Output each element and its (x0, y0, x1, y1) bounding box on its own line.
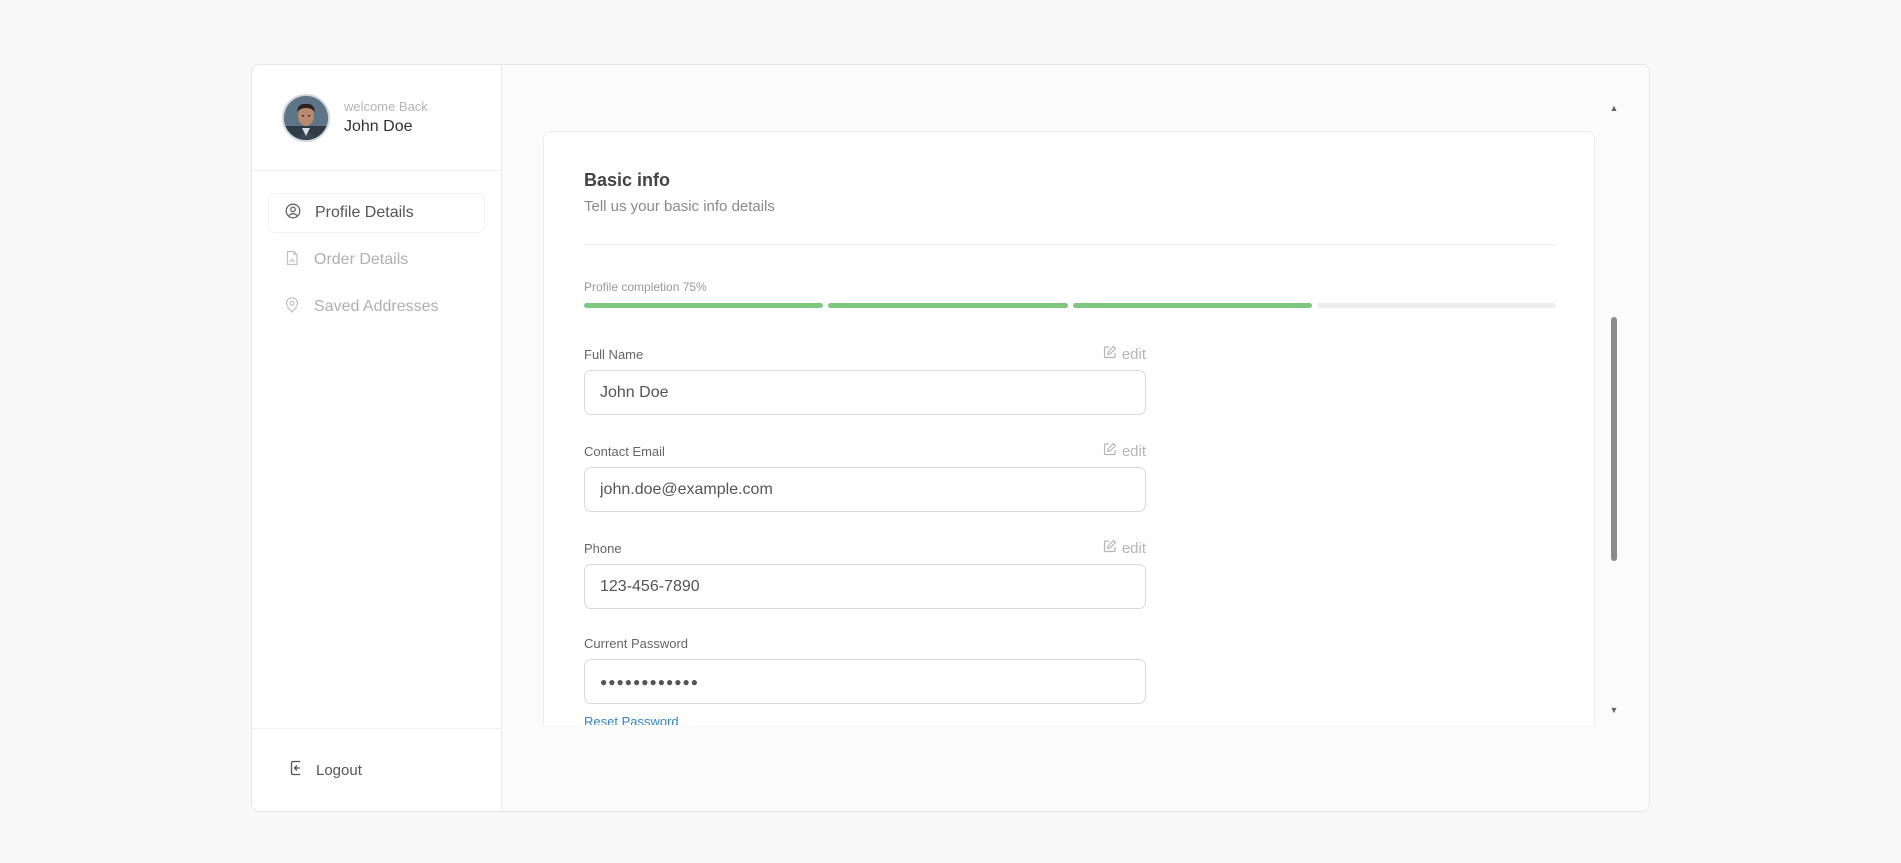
card-subtitle: Tell us your basic info details (584, 198, 775, 215)
progress-segment (584, 303, 824, 308)
sidebar-item-label: Saved Addresses (314, 298, 439, 315)
scroll-up-arrow-icon[interactable]: ▲ (1609, 103, 1619, 113)
logout-button[interactable]: Logout (252, 728, 501, 811)
progress-segment (1316, 303, 1556, 308)
reset-password-link[interactable]: Reset Password (584, 714, 679, 725)
full-name-field: Full Name edit (584, 345, 1146, 415)
sidebar: welcome Back John Doe Profile Details Or… (252, 65, 502, 811)
progress-segment (828, 303, 1068, 308)
scroll-down-arrow-icon[interactable]: ▼ (1609, 705, 1619, 715)
edit-label: edit (1121, 539, 1146, 557)
phone-input[interactable] (584, 564, 1146, 609)
edit-label: edit (1121, 442, 1146, 460)
document-icon (284, 250, 300, 271)
profile-window: welcome Back John Doe Profile Details Or… (251, 64, 1650, 812)
main-content: Basic info Tell us your basic info detai… (502, 65, 1649, 811)
progress-label: Profile completion 75% (584, 280, 707, 294)
basic-info-card: Basic info Tell us your basic info detai… (543, 131, 1595, 725)
sidebar-item-profile-details[interactable]: Profile Details (268, 193, 485, 233)
full-name-label: Full Name (584, 346, 644, 362)
card-title: Basic info (584, 170, 671, 190)
welcome-text: welcome Back (344, 98, 428, 114)
edit-email-button[interactable]: edit (1103, 442, 1146, 460)
sidebar-item-saved-addresses[interactable]: Saved Addresses (268, 287, 485, 327)
edit-icon (1103, 442, 1117, 460)
edit-phone-button[interactable]: edit (1103, 539, 1146, 557)
scrollbar-thumb[interactable] (1611, 317, 1617, 561)
user-circle-icon (285, 203, 301, 224)
map-pin-icon (284, 296, 300, 318)
contact-email-input[interactable] (584, 467, 1146, 512)
edit-label: edit (1121, 345, 1146, 363)
avatar (282, 93, 330, 142)
current-password-input[interactable] (584, 659, 1146, 704)
contact-email-label: Contact Email (584, 443, 665, 459)
contact-email-field: Contact Email edit (584, 442, 1146, 512)
progress-segment (1072, 303, 1312, 308)
scrollbar[interactable]: ▲ ▼ (1609, 103, 1619, 715)
sidebar-item-label: Order Details (314, 251, 409, 268)
current-password-field: Current Password (584, 634, 1146, 704)
logout-label: Logout (316, 761, 362, 779)
full-name-input[interactable] (584, 370, 1146, 415)
phone-field: Phone edit (584, 539, 1146, 609)
divider (584, 244, 1556, 245)
edit-icon (1103, 539, 1117, 557)
edit-icon (1103, 345, 1117, 363)
profile-completion-progress (584, 303, 1556, 308)
sidebar-item-order-details[interactable]: Order Details (268, 240, 485, 280)
logout-icon (288, 760, 304, 780)
user-header: welcome Back John Doe (252, 65, 501, 171)
sidebar-nav: Profile Details Order Details Saved Addr… (252, 171, 501, 728)
edit-full-name-button[interactable]: edit (1103, 345, 1146, 363)
sidebar-item-label: Profile Details (315, 204, 414, 221)
phone-label: Phone (584, 540, 622, 556)
user-name: John Doe (344, 117, 413, 135)
scroll-area[interactable]: Basic info Tell us your basic info detai… (543, 65, 1595, 725)
current-password-label: Current Password (584, 635, 689, 651)
